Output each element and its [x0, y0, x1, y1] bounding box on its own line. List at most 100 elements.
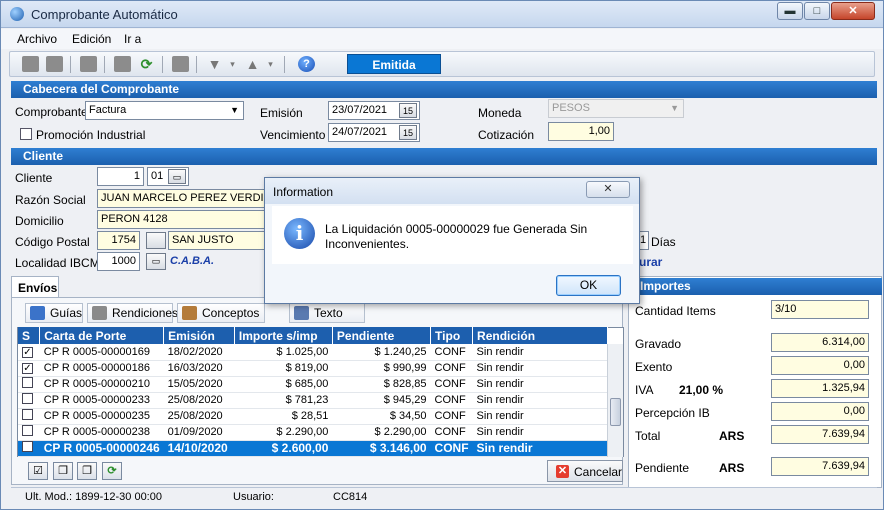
localidad-ibcm-label: Localidad IBCM	[15, 256, 100, 270]
refresh-icon[interactable]: ⟳	[138, 56, 155, 72]
grid-scrollbar[interactable]	[607, 344, 623, 457]
row-checkbox[interactable]	[18, 424, 40, 441]
cell-rendicion: Sin rendir	[472, 376, 608, 393]
arrow-down-icon[interactable]: ▼	[206, 56, 223, 72]
table-row[interactable]: CP R 0005-00000233 25/08/2020 $ 781,23 $ 94…	[18, 392, 608, 409]
cell-tipo: CONF	[430, 424, 473, 441]
calendar-icon[interactable]: 15	[399, 125, 417, 140]
table-row[interactable]: CP R 0005-00000235 25/08/2020 $ 28,51 $ 34,…	[18, 408, 608, 425]
refresh-icon[interactable]: ⟳	[102, 462, 122, 480]
cell-pendiente: $ 990,99	[332, 360, 431, 377]
moneda-select: PESOS ▼	[548, 99, 684, 118]
row-checkbox[interactable]: ✓	[18, 360, 40, 377]
menu-archivo[interactable]: Archivo	[17, 32, 57, 46]
copy-icon[interactable]: ❐	[53, 462, 73, 480]
checkbox-icon[interactable]	[22, 425, 33, 436]
arrow-up-icon[interactable]: ▲	[244, 56, 261, 72]
domicilio-label: Domicilio	[15, 214, 64, 228]
menu-edicion[interactable]: Edición	[72, 32, 111, 46]
cell-tipo: CONF	[430, 440, 473, 457]
promocion-checkbox[interactable]	[20, 128, 32, 140]
row-checkbox[interactable]	[18, 376, 40, 393]
table-row[interactable]: ✓ CP R 0005-00000186 16/03/2020 $ 819,00 $ 9…	[18, 360, 608, 377]
checkbox-icon[interactable]	[22, 393, 33, 404]
column-header[interactable]: Pendiente	[332, 327, 432, 344]
dias-label: Días	[651, 235, 676, 249]
info-dialog: Information ✕ i La Liquidación 0005-0000…	[264, 177, 640, 304]
new-icon[interactable]	[22, 56, 39, 72]
checkbox-icon[interactable]	[22, 409, 33, 420]
cell-pendiente: $ 3.146,00	[332, 440, 431, 457]
checkbox-icon[interactable]: ✓	[22, 346, 33, 358]
close-button[interactable]: ✕	[831, 2, 875, 20]
search-icon[interactable]: ▭	[146, 253, 166, 270]
checkbox-icon[interactable]	[22, 377, 33, 388]
cotizacion-field[interactable]: 1,00	[548, 122, 614, 141]
percepcion-label: Percepción IB	[635, 406, 710, 420]
menu-bar: Archivo Edición Ir a	[1, 29, 883, 49]
table-row[interactable]: CP R 0005-00000238 01/09/2020 $ 2.290,00 $ …	[18, 424, 608, 441]
pendiente-label: Pendiente	[635, 461, 690, 475]
subtab-conceptos[interactable]: Conceptos	[177, 303, 265, 323]
cell-carta: CP R 0005-00000169	[39, 344, 164, 361]
subtab-guias[interactable]: Guías	[25, 303, 83, 323]
lookup-button[interactable]	[146, 232, 166, 249]
table-row[interactable]: ✓ CP R 0005-00000169 18/02/2020 $ 1.025,00 $…	[18, 344, 608, 361]
row-checkbox[interactable]: ✓	[18, 344, 40, 361]
menu-ira[interactable]: Ir a	[124, 32, 141, 46]
subtab-rendiciones[interactable]: Rendiciones	[87, 303, 178, 323]
chevron-down-icon: ▼	[670, 103, 679, 113]
envios-table: S Carta de Porte Emisión Importe s/imp P…	[18, 327, 608, 457]
cell-carta: CP R 0005-00000210	[39, 376, 164, 393]
cancel-button[interactable]: ✕ Cancelar	[547, 460, 623, 482]
checkbox-icon[interactable]	[22, 441, 33, 452]
cliente-code-field[interactable]: 1	[97, 167, 144, 186]
duplicate-icon[interactable]: ❐	[77, 462, 97, 480]
row-checkbox[interactable]	[18, 392, 40, 409]
table-row[interactable]: CP R 0005-00000246 14/10/2020 $ 2.600,00 $ …	[18, 440, 608, 457]
codigo-postal-field[interactable]: 1754	[97, 231, 140, 250]
razon-social-field[interactable]: JUAN MARCELO PEREZ VERDI	[97, 189, 267, 208]
toolbar-separator	[162, 56, 163, 73]
help-icon[interactable]: ?	[298, 56, 315, 72]
chevron-down-icon[interactable]: ▾	[224, 56, 241, 72]
column-header[interactable]: Carta de Porte	[39, 327, 165, 344]
row-checkbox[interactable]	[18, 440, 40, 457]
column-header[interactable]: Emisión	[163, 327, 235, 344]
tab-envios[interactable]: Envíos	[11, 276, 59, 298]
cliente-label: Cliente	[15, 171, 53, 185]
scrollbar-thumb[interactable]	[610, 398, 621, 426]
section-importes: Importes	[628, 278, 882, 295]
stop-icon[interactable]	[114, 56, 131, 72]
column-header[interactable]: Importe s/imp	[234, 327, 333, 344]
calendar-icon[interactable]: 15	[399, 103, 417, 118]
domicilio-field[interactable]: PERON 4128	[97, 210, 267, 229]
column-header[interactable]: S	[18, 327, 41, 344]
print-icon[interactable]	[80, 56, 97, 72]
checkbox-icon[interactable]: ✓	[22, 363, 33, 374]
cell-rendicion: Sin rendir	[472, 392, 608, 409]
comprobante-select[interactable]: Factura ▼	[85, 101, 244, 120]
check-all-icon[interactable]: ☑	[28, 462, 48, 480]
localidad-field[interactable]: SAN JUSTO	[168, 231, 267, 250]
dialog-close-button[interactable]: ✕	[586, 181, 630, 198]
table-row[interactable]: CP R 0005-00000210 15/05/2020 $ 685,00 $ 82…	[18, 376, 608, 393]
minimize-button[interactable]: ▬	[777, 2, 803, 20]
cell-tipo: CONF	[430, 408, 473, 425]
ibcm-code-field[interactable]: 1000	[97, 252, 140, 271]
toolbar-separator	[104, 56, 105, 73]
chevron-down-icon: ▼	[230, 105, 239, 115]
toolbar: ⟳ ▼ ▾ ▲ ▾ ? Emitida	[9, 51, 875, 77]
link-text[interactable]: urar	[639, 255, 662, 269]
delete-icon[interactable]	[172, 56, 189, 72]
subtab-texto[interactable]: Texto	[289, 303, 365, 323]
chevron-down-icon[interactable]: ▾	[262, 56, 279, 72]
column-header[interactable]: Rendición	[472, 327, 608, 344]
row-checkbox[interactable]	[18, 408, 40, 425]
column-header[interactable]: Tipo	[430, 327, 474, 344]
search-icon[interactable]: ▭	[168, 169, 186, 184]
save-icon[interactable]	[46, 56, 63, 72]
maximize-button[interactable]: □	[804, 2, 830, 20]
cell-emision: 25/08/2020	[163, 392, 235, 409]
ok-button[interactable]: OK	[556, 275, 621, 296]
